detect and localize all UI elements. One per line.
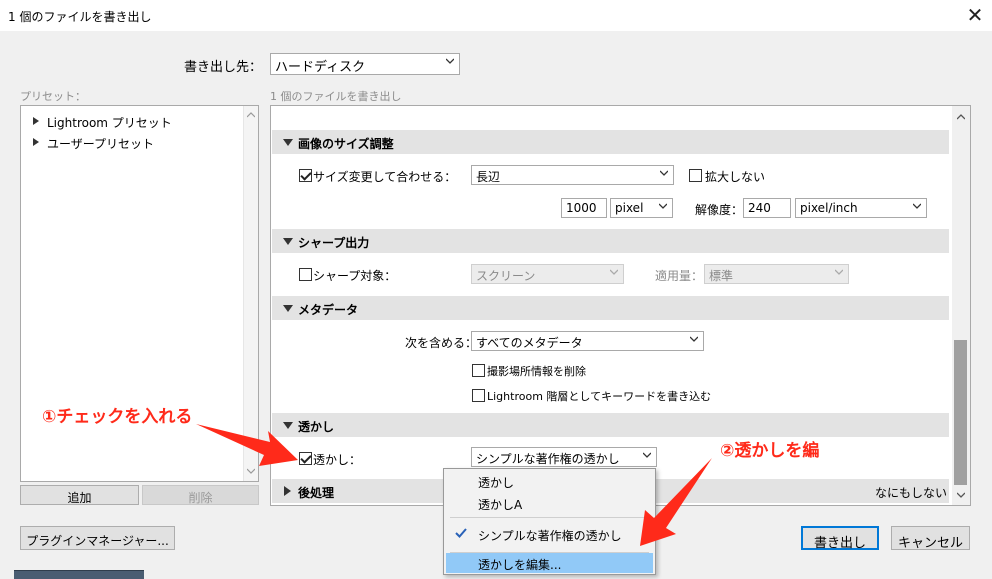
annotation-arrow-1-icon <box>196 424 298 466</box>
annotation-arrows <box>196 424 712 546</box>
annotation-step-2: ②透かしを編 <box>720 441 820 461</box>
annotation-step-1: ①チェックを入れる <box>42 407 193 427</box>
annotation-arrow-2-icon <box>640 458 712 546</box>
